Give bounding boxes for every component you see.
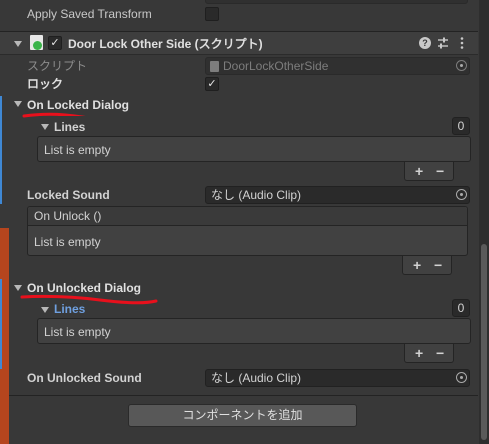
on-unlock-empty-text: List is empty [34,235,101,249]
object-picker-icon[interactable] [456,372,467,383]
object-picker-icon[interactable] [456,189,467,200]
lines-empty-text: List is empty [44,143,111,157]
on-unlocked-sound-label: On Unlocked Sound [27,371,142,385]
component-divider [9,395,478,396]
on-locked-dialog-foldout-icon[interactable] [14,101,22,107]
lines-count-field[interactable]: 0 [452,299,470,317]
remove-element-button[interactable]: − [436,163,444,179]
add-component-button[interactable]: コンポーネントを追加 [128,404,357,427]
scrollbar-thumb[interactable] [481,244,487,440]
script-field: DoorLockOtherSide [205,57,470,75]
apply-saved-transform-checkbox[interactable] [205,7,219,21]
script-label: スクリプト [27,59,88,73]
component-enabled-checkbox[interactable]: ✓ [48,36,62,50]
component-title: Door Lock Other Side (スクリプト) [68,37,263,51]
top-cut-field [205,0,468,4]
lines-add-remove: + − [404,344,454,363]
lines-add-remove: + − [404,162,454,181]
on-unlock-event-box: On Unlock () List is empty [27,206,468,256]
kebab-menu-icon[interactable] [459,36,465,50]
lines-empty-box: List is empty [37,136,471,162]
lines-foldout-icon[interactable] [41,124,49,130]
add-element-button[interactable]: + [415,345,423,361]
on-unlocked-sound-field[interactable]: なし (Audio Clip) [205,369,470,387]
on-unlocked-sound-value: なし (Audio Clip) [211,371,302,385]
script-target-icon [456,60,467,71]
on-unlock-add-remove: + − [402,256,452,275]
locked-sound-value: なし (Audio Clip) [211,188,302,202]
lines-count-field[interactable]: 0 [452,117,470,135]
on-unlocked-dialog-foldout-icon[interactable] [14,285,22,291]
lines-empty-text: List is empty [44,325,111,339]
modified-indicator [0,279,2,369]
script-badge-icon [33,41,42,50]
component-foldout-icon[interactable] [14,41,22,47]
modified-indicator [0,186,2,204]
locked-sound-field[interactable]: なし (Audio Clip) [205,186,470,204]
help-icon[interactable]: ? [419,37,431,49]
modified-indicator [0,96,2,186]
add-element-button[interactable]: + [415,163,423,179]
locked-sound-label: Locked Sound [27,188,110,202]
preset-settings-icon[interactable] [437,36,449,50]
add-listener-button[interactable]: + [413,257,421,273]
remove-element-button[interactable]: − [436,345,444,361]
on-unlock-header-text: On Unlock () [34,209,102,223]
script-asset-icon [210,61,219,72]
script-file-icon [30,35,43,50]
lines-label[interactable]: Lines [54,120,85,134]
lock-checkbox[interactable]: ✓ [205,77,219,91]
lock-label: ロック [27,77,64,91]
apply-saved-transform-label: Apply Saved Transform [27,7,152,21]
lines-foldout-icon[interactable] [41,307,49,313]
lines-empty-box: List is empty [37,318,471,344]
remove-listener-button[interactable]: − [434,257,442,273]
script-value: DoorLockOtherSide [223,59,329,73]
lines-label[interactable]: Lines [54,302,85,316]
red-annotation-underline [20,294,158,305]
